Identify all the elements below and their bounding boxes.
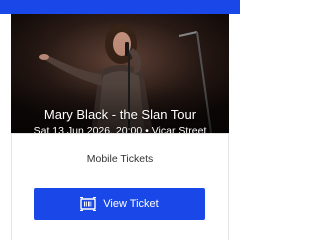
event-title: Mary Black - the Slan Tour [43,107,197,122]
top-brand-bar [0,0,240,14]
ticket-icon [80,197,97,211]
view-ticket-button[interactable]: View Ticket [34,188,205,220]
event-hero-image: Mary Black - the Slan Tour Sat 13 Jun 20… [11,14,229,133]
view-ticket-label: View Ticket [103,198,159,210]
divider [11,133,229,134]
mobile-tickets-heading: Mobile Tickets [86,153,154,165]
event-date-venue: Sat 13 Jun 2026, 20:00 • Vicar Street [33,125,207,133]
